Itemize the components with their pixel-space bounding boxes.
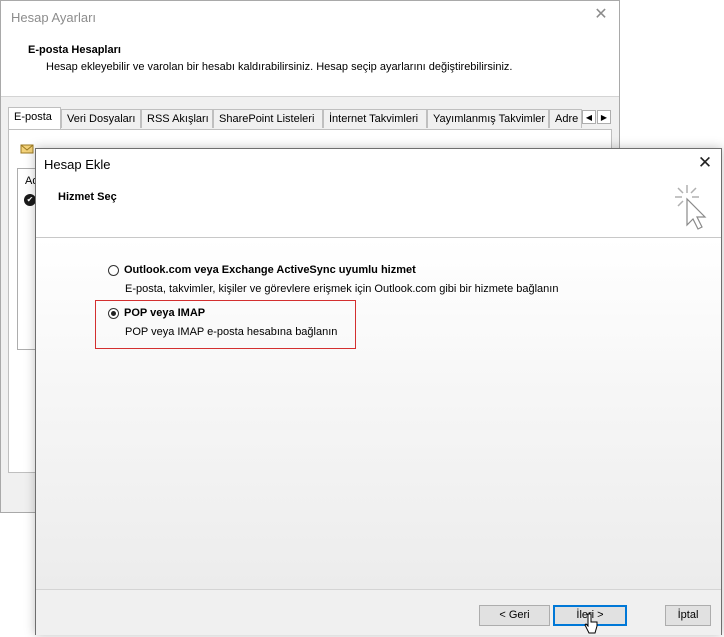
window-title: Hesap Ayarları (11, 10, 97, 25)
dialog-title-bar: Hesap Ekle ✕ (36, 149, 721, 179)
option-outlook-description: E-posta, takvimler, kişiler ve görevlere… (125, 283, 559, 295)
option-outlook-title[interactable]: Outlook.com veya Exchange ActiveSync uyu… (124, 264, 416, 276)
tab-scroll-right-icon[interactable]: ▶ (597, 110, 611, 124)
option-pop-imap-description: POP veya IMAP e-posta hesabına bağlanın (125, 326, 338, 338)
tab-e-posta[interactable]: E-posta (8, 107, 61, 129)
dialog-body: Outlook.com veya Exchange ActiveSync uyu… (36, 238, 721, 589)
new-account-icon[interactable] (20, 142, 34, 154)
close-icon[interactable]: ✕ (593, 7, 609, 23)
tab-internet-takvimleri[interactable]: İnternet Takvimleri (323, 109, 427, 128)
dialog-header: Hizmet Seç (36, 179, 721, 238)
back-button[interactable]: < Geri (479, 605, 550, 626)
tab-adres-defterleri[interactable]: Adre (549, 109, 582, 128)
radio-selected-dot (111, 311, 116, 316)
dialog-footer: < Geri İleri > İptal (36, 589, 721, 635)
tab-yayimlanmis-takvimler[interactable]: Yayımlanmış Takvimler (427, 109, 549, 128)
title-bar: Hesap Ayarları ✕ (1, 1, 619, 33)
dialog-header-title: Hizmet Seç (58, 191, 117, 203)
radio-pop-imap[interactable] (108, 308, 119, 319)
mouse-cursor-icon (584, 613, 598, 634)
wizard-cursor-icon (675, 185, 707, 230)
cancel-button[interactable]: İptal (665, 605, 711, 626)
tab-sharepoint-listeleri[interactable]: SharePoint Listeleri (213, 109, 323, 128)
header-title: E-posta Hesapları (28, 44, 121, 56)
dialog-title: Hesap Ekle (44, 157, 111, 172)
close-icon[interactable]: ✕ (697, 154, 713, 171)
tab-rss-akislari[interactable]: RSS Akışları (141, 109, 213, 128)
add-account-dialog: Hesap Ekle ✕ Hizmet Seç Outlook.com veya… (35, 148, 722, 635)
tab-scroll-left-icon[interactable]: ◀ (582, 110, 596, 124)
header-description: Hesap ekleyebilir ve varolan bir hesabı … (46, 61, 513, 73)
settings-header: E-posta Hesapları Hesap ekleyebilir ve v… (1, 33, 619, 97)
tab-veri-dosyalari[interactable]: Veri Dosyaları (61, 109, 141, 128)
option-pop-imap-title[interactable]: POP veya IMAP (124, 307, 205, 319)
radio-outlook-exchange[interactable] (108, 265, 119, 276)
